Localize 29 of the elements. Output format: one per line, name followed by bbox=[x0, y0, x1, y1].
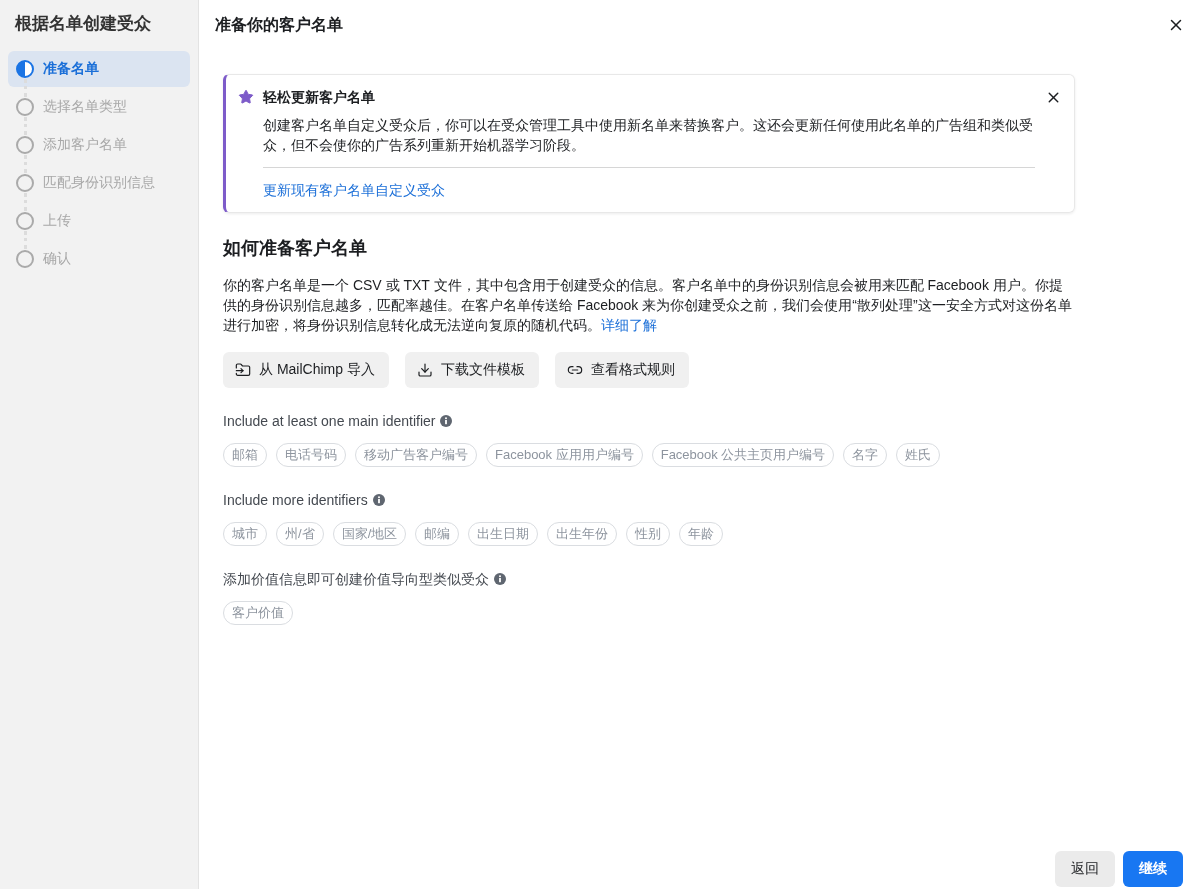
import-action-button[interactable]: 从 MailChimp 导入 bbox=[223, 352, 389, 388]
notice-text: 创建客户名单自定义受众后，你可以在受众管理工具中使用新名单来替换客户。这还会更新任何使用此名单的广告组和类似受众，但不会使你的广告系列重新开始机器学习阶段。 bbox=[263, 116, 1034, 155]
learn-more-link[interactable]: 详细了解 bbox=[601, 317, 657, 333]
back-button[interactable]: 返回 bbox=[1055, 851, 1115, 887]
dialog-title: 准备你的客户名单 bbox=[215, 14, 343, 35]
description-text: 你的客户名单是一个 CSV 或 TXT 文件，其中包含用于创建受众的信息。客户名单中的身份识别信息会被用来匹配 Facebook 用户。你提供的身份识别信息越多，匹配率越佳。在客户名单传送给 Facebook 来为你创建受众之前，我们会使用“散列处理”这一安全方式对这份名单进行加密，将身份识别信息转化成无法逆向复原的随机代码。详细了解 bbox=[223, 276, 1073, 335]
identifier-group-label: Include at least one main identifier bbox=[223, 412, 436, 430]
notice-title: 轻松更新客户名单 bbox=[263, 88, 376, 107]
download-action-button[interactable]: 下载文件模板 bbox=[404, 352, 539, 388]
step-label: 准备名单 bbox=[43, 60, 99, 78]
identifier-group-label: Include more identifiers bbox=[223, 491, 368, 509]
star-icon bbox=[238, 89, 254, 105]
sidebar-title: 根据名单创建受众 bbox=[15, 13, 152, 35]
step-label: 添加客户名单 bbox=[43, 136, 127, 154]
download-icon bbox=[416, 362, 433, 378]
continue-button[interactable]: 继续 bbox=[1123, 851, 1183, 887]
step-item[interactable]: 确认 bbox=[8, 241, 190, 277]
folder-arrow-icon bbox=[235, 362, 251, 378]
info-icon[interactable] bbox=[372, 494, 385, 506]
step-label: 匹配身份识别信息 bbox=[43, 174, 155, 192]
step-label: 确认 bbox=[43, 250, 71, 268]
link-action-button[interactable]: 查看格式规则 bbox=[554, 352, 689, 388]
info-icon[interactable] bbox=[440, 415, 453, 427]
notice-link[interactable]: 更新现有客户名单自定义受众 bbox=[263, 180, 445, 200]
section-heading: 如何准备客户名单 bbox=[223, 237, 368, 259]
info-icon[interactable] bbox=[494, 573, 506, 585]
step-label: 选择名单类型 bbox=[43, 98, 127, 116]
step-label: 上传 bbox=[43, 212, 71, 230]
identifier-group-label: 添加价值信息即可创建价值导向型类似受众 bbox=[223, 570, 489, 588]
